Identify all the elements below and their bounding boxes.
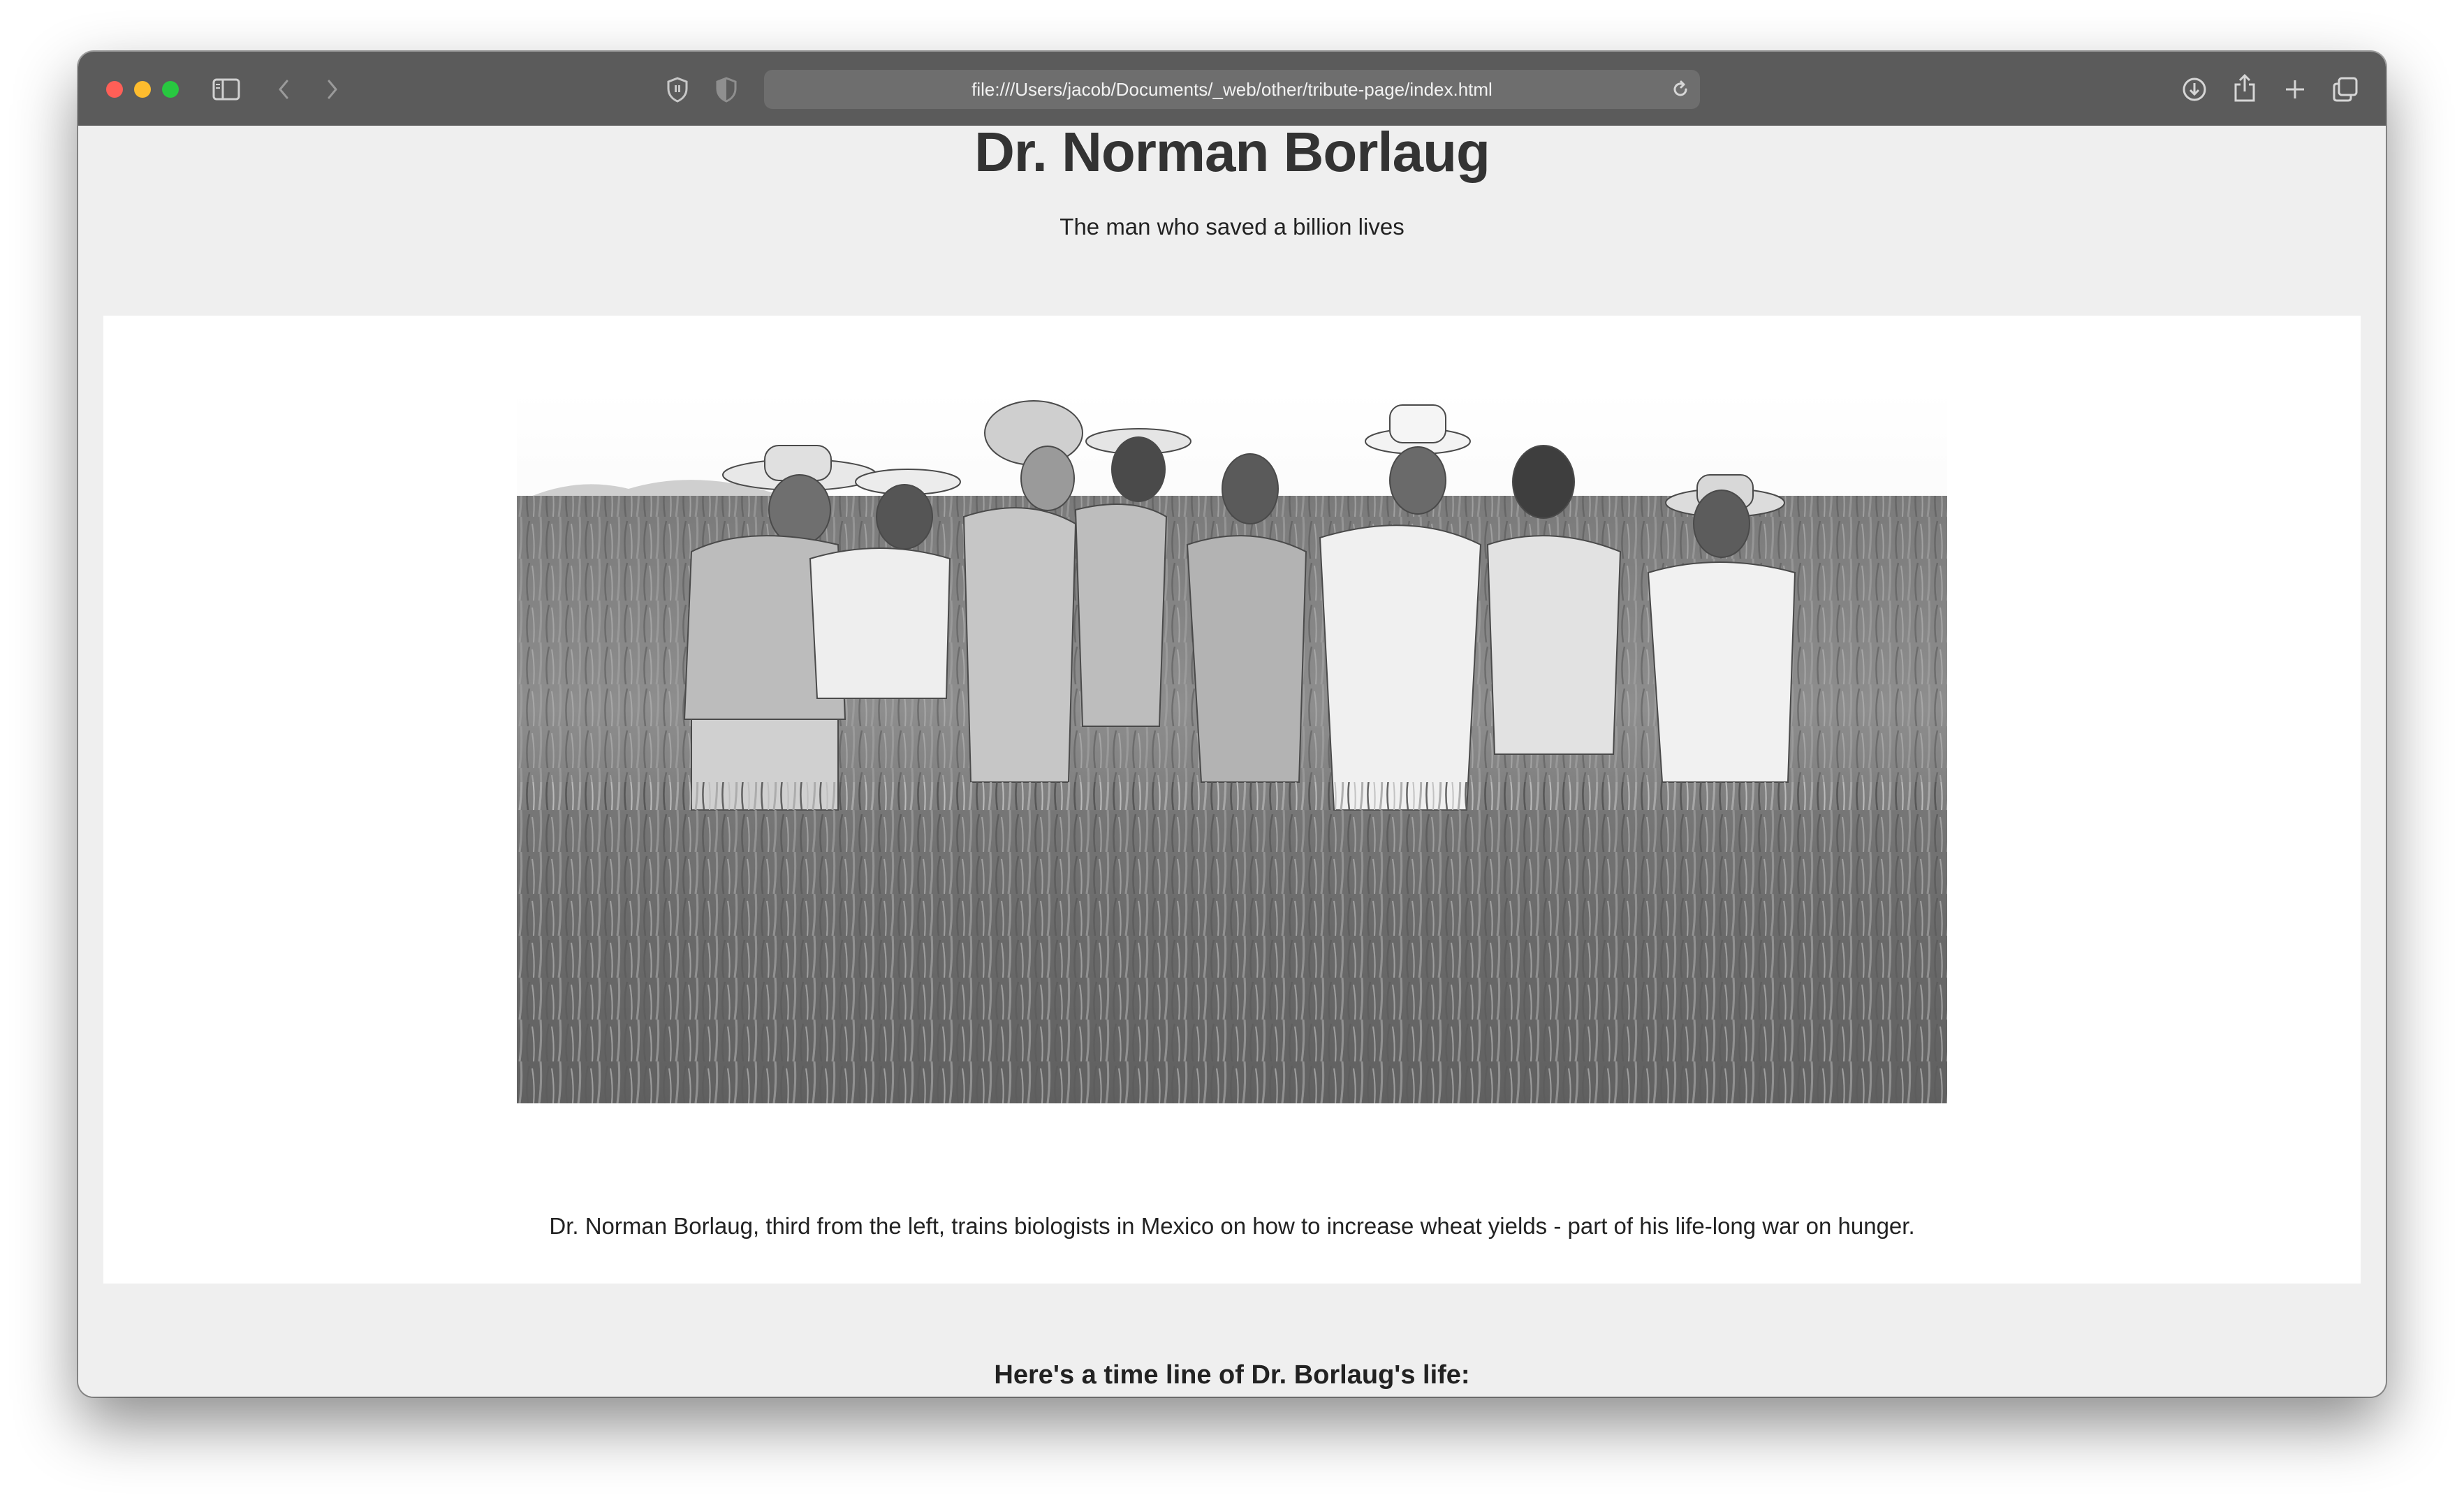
- url-text[interactable]: file:///Users/jacob/Documents/_web/other…: [764, 70, 1700, 109]
- browser-toolbar: file:///Users/jacob/Documents/_web/other…: [78, 52, 2386, 127]
- minimize-window-button[interactable]: [134, 81, 151, 98]
- sidebar-icon[interactable]: [212, 77, 240, 102]
- reader-shield-icon[interactable]: [712, 75, 740, 103]
- chevron-left-icon[interactable]: [271, 77, 296, 102]
- share-icon[interactable]: [2231, 73, 2259, 103]
- page-title: Dr. Norman Borlaug: [974, 121, 1490, 183]
- shield-icon[interactable]: [663, 75, 691, 103]
- browser-window: file:///Users/jacob/Documents/_web/other…: [78, 52, 2386, 1397]
- chevron-right-icon[interactable]: [320, 77, 345, 102]
- address-bar[interactable]: file:///Users/jacob/Documents/_web/other…: [764, 70, 1700, 109]
- plus-icon[interactable]: [2281, 75, 2309, 103]
- image-caption: Dr. Norman Borlaug, third from the left,…: [549, 1213, 1915, 1239]
- tabs-overview-icon[interactable]: [2331, 75, 2359, 103]
- timeline-heading: Here's a time line of Dr. Borlaug's life…: [994, 1360, 1470, 1390]
- page-subtitle: The man who saved a billion lives: [1059, 214, 1405, 240]
- reload-icon[interactable]: [1671, 80, 1690, 99]
- close-window-button[interactable]: [106, 81, 123, 98]
- download-icon[interactable]: [2180, 75, 2208, 103]
- borlaug-wheat-field-photo: [517, 391, 1947, 1103]
- image-panel: Dr. Norman Borlaug, third from the left,…: [103, 316, 2361, 1284]
- page-content: Dr. Norman Borlaug The man who saved a b…: [78, 121, 2386, 1397]
- zoom-window-button[interactable]: [162, 81, 179, 98]
